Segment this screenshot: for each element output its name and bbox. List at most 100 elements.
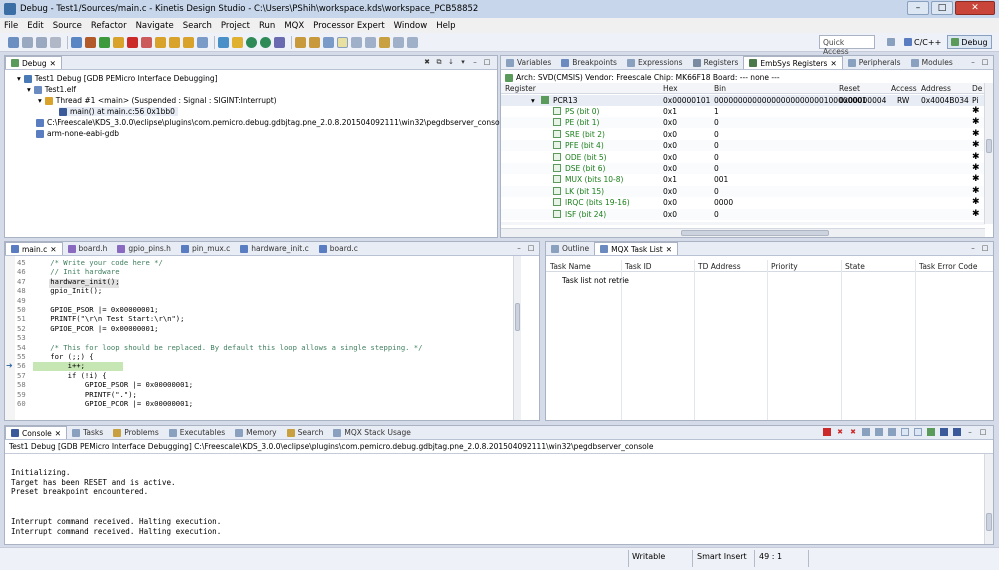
code-line[interactable]: GPIOE_PSOR |= 0x00000001; [33, 380, 193, 389]
close-tab-icon[interactable]: ✕ [50, 245, 56, 254]
field-settings-icon[interactable]: ✱ [972, 163, 980, 173]
field-settings-icon[interactable]: ✱ [972, 140, 980, 150]
maximize-view-icon[interactable]: □ [981, 58, 989, 66]
code-line[interactable]: if (!i) { [33, 371, 107, 380]
menu-refactor[interactable]: Refactor [91, 21, 127, 31]
tab-memory[interactable]: Memory [230, 426, 282, 439]
remove-launches-icon[interactable]: ✖ [423, 58, 431, 66]
register-field-row[interactable]: MUX (bits 10-8) 0x1 001 ✱ [501, 174, 985, 185]
tab-console[interactable]: Console ✕ [5, 426, 68, 439]
tree-item-elf[interactable]: ▾ Test1.elf [27, 85, 76, 94]
menu-search[interactable]: Search [183, 21, 212, 31]
code-line[interactable]: /* Write your code here */ [33, 258, 163, 267]
step-filter-icon[interactable]: ↓ [447, 58, 455, 66]
register-field-row[interactable]: ODE (bit 5) 0x0 0 ✱ [501, 152, 985, 163]
close-tab-icon[interactable]: ✕ [830, 59, 836, 68]
close-tab-icon[interactable]: ✕ [55, 429, 61, 438]
register-hscroll[interactable] [501, 228, 985, 237]
expand-icon[interactable]: ▾ [531, 96, 535, 105]
tree-item-thread[interactable]: ▾ Thread #1 <main> (Suspended : Signal : … [38, 96, 277, 105]
col-access[interactable]: Access [891, 84, 917, 93]
code-line[interactable]: PRINTF("\r\n Test Start:\r\n"); [33, 314, 184, 323]
expand-icon[interactable]: ▾ [27, 85, 31, 94]
expand-icon[interactable]: ▾ [38, 96, 42, 105]
register-field-row[interactable]: IRQC (bits 19-16) 0x0 0000 ✱ [501, 197, 985, 208]
code-line[interactable]: for (;;) { [33, 352, 93, 361]
menu-navigate[interactable]: Navigate [136, 21, 174, 31]
menu-source[interactable]: Source [53, 21, 82, 31]
back-icon[interactable] [393, 36, 404, 48]
menu-help[interactable]: Help [436, 21, 455, 31]
minimize-view-icon[interactable]: – [969, 244, 977, 252]
code-line[interactable]: GPIOE_PSOR |= 0x00000001; [33, 305, 158, 314]
external-tools-icon[interactable] [274, 36, 285, 48]
processor-expert-icon[interactable] [232, 36, 243, 48]
tab-expressions[interactable]: Expressions [622, 56, 688, 69]
tab-breakpoints[interactable]: Breakpoints [556, 56, 622, 69]
code-line[interactable]: PRINTF("."); [33, 390, 137, 399]
code-line[interactable]: hardware_init(); [33, 277, 119, 286]
col-description[interactable]: De [972, 84, 982, 93]
display-console-icon[interactable] [940, 428, 948, 436]
minimize-view-icon[interactable]: – [966, 428, 974, 436]
forward-icon[interactable] [407, 36, 418, 48]
terminate-console-icon[interactable] [823, 428, 831, 436]
open-perspective-button[interactable] [884, 35, 898, 49]
quick-access-input[interactable]: Quick Access [819, 35, 875, 56]
tree-item-server[interactable]: C:\Freescale\KDS_3.0.0\eclipse\plugins\c… [36, 118, 506, 127]
close-tab-icon[interactable]: ✕ [50, 59, 56, 68]
col-td-address[interactable]: TD Address [698, 262, 741, 271]
register-field-row[interactable]: PFE (bit 4) 0x0 0 ✱ [501, 140, 985, 152]
register-vscroll[interactable] [984, 83, 993, 224]
open-console-icon[interactable] [953, 428, 961, 436]
menu-window[interactable]: Window [394, 21, 428, 31]
remove-all-icon[interactable]: ✖ [849, 428, 857, 436]
editor-vscroll[interactable] [513, 256, 521, 420]
tab-executables[interactable]: Executables [164, 426, 230, 439]
clear-console-icon[interactable] [862, 428, 870, 436]
expand-icon[interactable]: ▾ [17, 74, 21, 83]
tab-variables[interactable]: Variables [501, 56, 556, 69]
register-vscroll-thumb[interactable] [986, 139, 992, 153]
build-icon[interactable] [71, 36, 82, 48]
remove-launch-icon[interactable]: ✖ [836, 428, 844, 436]
restart-icon[interactable] [218, 36, 229, 48]
console-vscroll[interactable] [984, 454, 993, 544]
tab-gpio-pins-h[interactable]: gpio_pins.h [112, 242, 176, 255]
field-settings-icon[interactable]: ✱ [972, 106, 980, 116]
register-row-pcr13[interactable]: ▾ PCR13 0x00000101 000000000000000000000… [501, 95, 985, 106]
tab-hardware-init-c[interactable]: hardware_init.c [235, 242, 313, 255]
tab-registers[interactable]: Registers [688, 56, 744, 69]
tab-search[interactable]: Search [282, 426, 329, 439]
register-field-row[interactable]: LK (bit 15) 0x0 0 ✱ [501, 185, 985, 197]
search-toolbar-icon[interactable] [323, 36, 334, 48]
open-folder-icon[interactable] [295, 36, 306, 48]
skip-breakpoints-icon[interactable] [85, 36, 96, 48]
code-line[interactable]: // Init hardware [33, 267, 119, 276]
col-task-id[interactable]: Task ID [625, 262, 652, 271]
step-over-icon[interactable] [169, 36, 180, 48]
perspective-cpp[interactable]: C/C++ [901, 35, 944, 49]
field-settings-icon[interactable]: ✱ [972, 152, 980, 162]
field-settings-icon[interactable]: ✱ [972, 129, 980, 139]
register-field-row[interactable]: PE (bit 1) 0x0 0 ✱ [501, 117, 985, 129]
tab-outline[interactable]: Outline [546, 242, 594, 255]
prev-annotation-icon[interactable] [365, 36, 376, 48]
col-register[interactable]: Register [505, 84, 536, 93]
tab-peripherals[interactable]: Peripherals [843, 56, 906, 69]
editor-vscroll-thumb[interactable] [515, 303, 520, 331]
register-field-row[interactable]: ISF (bit 24) 0x0 0 ✱ [501, 208, 985, 220]
code-line[interactable]: GPIOE_PCOR |= 0x00000001; [33, 399, 193, 408]
terminate-icon[interactable] [127, 36, 138, 48]
menu-processor-expert[interactable]: Processor Expert [313, 21, 385, 31]
show-on-stderr-icon[interactable] [914, 428, 922, 436]
menu-mqx[interactable]: MQX [284, 21, 304, 31]
console-vscroll-thumb[interactable] [986, 513, 992, 531]
perspective-debug[interactable]: Debug [947, 35, 992, 49]
maximize-view-icon[interactable]: □ [979, 428, 987, 436]
col-address[interactable]: Address [921, 84, 951, 93]
pin-console-icon[interactable] [927, 428, 935, 436]
maximize-view-icon[interactable]: □ [527, 244, 535, 252]
minimize-view-icon[interactable]: – [969, 58, 977, 66]
menu-project[interactable]: Project [221, 21, 250, 31]
